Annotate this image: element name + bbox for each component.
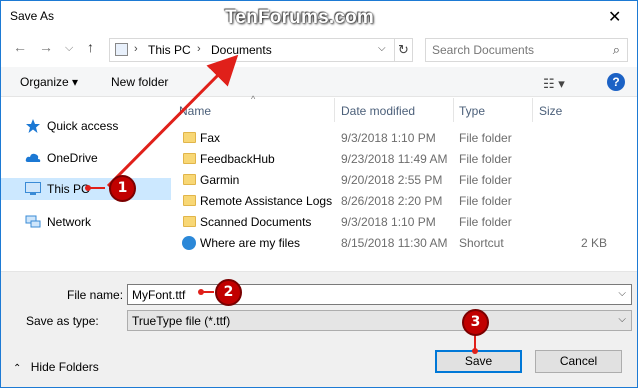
annotation-badge-1: 1 [109,175,136,202]
annotation-arrow [106,54,239,188]
save-as-dialog: Save As TenForums.com ✕ ← → ⌵ ↑ › This P… [0,0,638,388]
annotation-arrows [85,54,478,354]
annotation-dot [472,348,478,354]
annotation-dot [198,289,204,295]
annotation-dot [85,185,91,191]
annotation-badge-2: 2 [215,279,242,306]
annotation-badge-3: 3 [462,309,489,336]
